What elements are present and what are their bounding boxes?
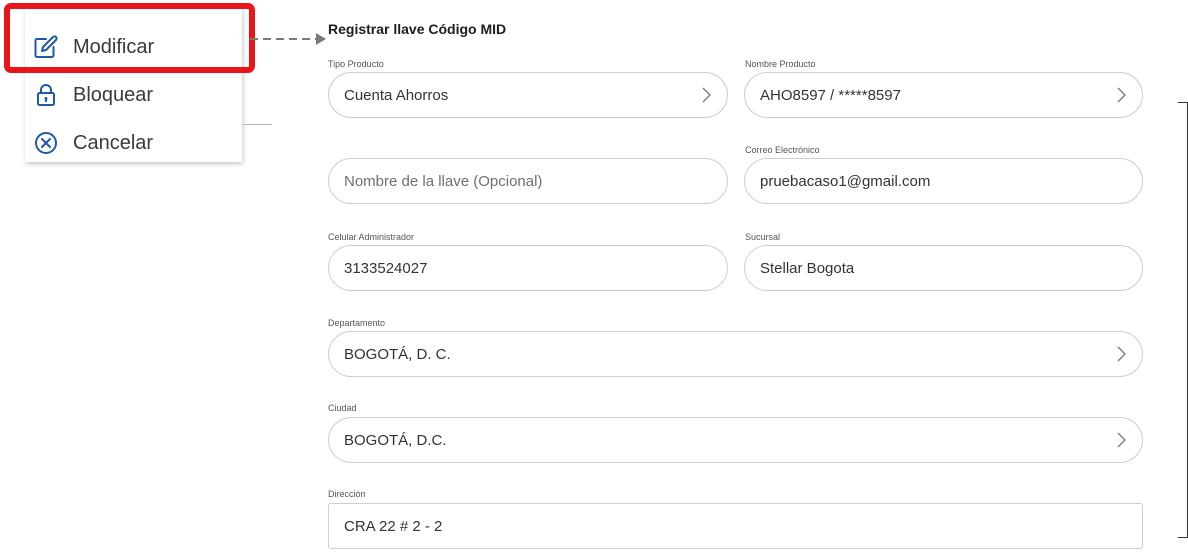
chevron-right-icon [1114, 346, 1128, 362]
nombre-llave-placeholder: Nombre de la llave (Opcional) [344, 172, 543, 190]
chevron-right-icon [1114, 432, 1128, 448]
chevron-right-icon [699, 87, 713, 103]
form-title: Registrar llave Código MID [328, 21, 507, 37]
correo-input[interactable]: pruebacaso1@gmail.com [744, 158, 1143, 204]
correo-value: pruebacaso1@gmail.com [760, 172, 931, 190]
side-bracket [1178, 102, 1188, 538]
celular-input[interactable]: 3133524027 [328, 245, 728, 291]
direccion-value: CRA 22 # 2 - 2 [344, 517, 443, 535]
direccion-input[interactable]: CRA 22 # 2 - 2 [328, 503, 1143, 549]
correo-label: Correo Electrónico [745, 145, 820, 155]
celular-label: Celular Administrador [328, 232, 415, 242]
lock-icon [33, 82, 59, 108]
edit-icon [33, 34, 59, 60]
sucursal-input[interactable]: Stellar Bogota [744, 245, 1143, 291]
dashed-arrow-icon [250, 33, 326, 45]
page: Modificar Bloquear Cancelar Registrar ll… [0, 0, 1188, 553]
ciudad-select[interactable]: BOGOTÁ, D.C. [328, 417, 1143, 463]
direccion-label: Dirección [328, 489, 366, 499]
departamento-select[interactable]: BOGOTÁ, D. C. [328, 331, 1143, 377]
nombre-producto-select[interactable]: AHO8597 / *****8597 [744, 72, 1143, 118]
menu-divider [242, 124, 272, 125]
nombre-producto-value: AHO8597 / *****8597 [760, 86, 901, 104]
menu-item-label: Modificar [73, 35, 155, 58]
tipo-producto-value: Cuenta Ahorros [344, 86, 449, 104]
sucursal-value: Stellar Bogota [760, 259, 855, 277]
actions-menu: Modificar Bloquear Cancelar [25, 7, 272, 162]
ciudad-label: Ciudad [328, 403, 357, 413]
nombre-llave-input[interactable]: Nombre de la llave (Opcional) [328, 158, 728, 204]
menu-item-label: Cancelar [73, 131, 154, 154]
departamento-value: BOGOTÁ, D. C. [344, 345, 451, 363]
tipo-producto-select[interactable]: Cuenta Ahorros [328, 72, 728, 118]
menu-item-label: Bloquear [73, 83, 154, 106]
menu-item-modificar[interactable]: Modificar [33, 32, 154, 62]
sucursal-label: Sucursal [745, 232, 781, 242]
celular-value: 3133524027 [344, 259, 428, 277]
ciudad-value: BOGOTÁ, D.C. [344, 431, 447, 449]
tipo-producto-label: Tipo Producto [328, 59, 384, 69]
chevron-right-icon [1114, 87, 1128, 103]
cancel-circle-icon [33, 130, 59, 156]
departamento-label: Departamento [328, 318, 386, 328]
menu-item-bloquear[interactable]: Bloquear [33, 80, 153, 110]
nombre-producto-label: Nombre Producto [745, 59, 816, 69]
menu-item-cancelar[interactable]: Cancelar [33, 128, 153, 158]
